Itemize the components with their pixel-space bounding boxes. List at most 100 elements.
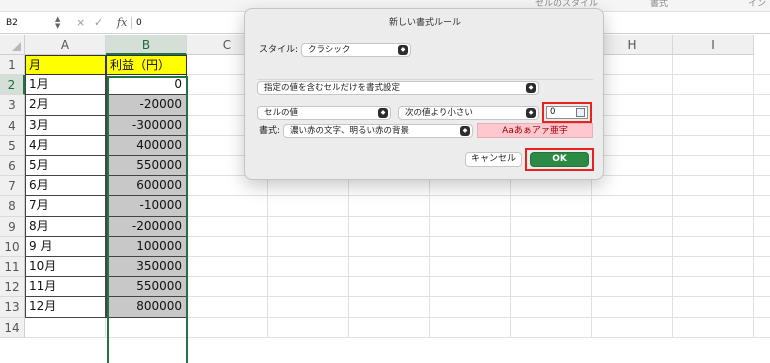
insert-function-icon[interactable]: fx (117, 15, 127, 31)
cell-i10[interactable] (754, 237, 770, 257)
cell-d11[interactable] (349, 257, 430, 278)
cell-b13[interactable] (187, 297, 268, 318)
cell-a11[interactable]: 10月 (25, 257, 106, 278)
row-header-5[interactable]: 5 (0, 135, 25, 156)
cell-i5[interactable] (754, 136, 770, 156)
cell-b12[interactable]: 550000 (106, 277, 187, 298)
cell-g12[interactable] (592, 277, 673, 298)
cell-h8[interactable] (673, 196, 754, 217)
cell-i6[interactable] (754, 156, 770, 177)
style-select[interactable]: クラシック ◆ (301, 43, 411, 57)
cell-b5[interactable]: 400000 (106, 135, 187, 156)
row-header-9[interactable]: 9 (0, 216, 25, 237)
cell-h10[interactable] (673, 236, 754, 257)
cell-b14[interactable] (187, 317, 268, 338)
cell-g6[interactable] (592, 156, 673, 177)
cell-g11[interactable] (592, 257, 673, 278)
cell-c14[interactable] (268, 317, 349, 338)
cell-e9[interactable] (430, 216, 511, 237)
cell-h5[interactable] (673, 135, 754, 156)
cell-g8[interactable] (592, 196, 673, 217)
cell-h14[interactable] (673, 317, 754, 338)
row-header-3[interactable]: 3 (0, 95, 25, 116)
cell-g13[interactable] (592, 297, 673, 318)
cell-a3[interactable]: 2月 (25, 95, 106, 116)
cell-b8[interactable]: -10000 (106, 196, 187, 217)
cell-g14[interactable] (592, 317, 673, 338)
cell-c12[interactable] (268, 277, 349, 298)
cell-b11[interactable] (187, 257, 268, 278)
row-header-14[interactable]: 14 (0, 317, 25, 338)
cell-d12[interactable] (349, 277, 430, 298)
cell-b9[interactable] (187, 216, 268, 237)
cell-c11[interactable] (268, 257, 349, 278)
cell-i3[interactable] (754, 95, 770, 116)
insert-button[interactable]: イン (748, 0, 766, 9)
cell-f9[interactable] (511, 216, 592, 237)
cell-b11[interactable]: 350000 (106, 257, 187, 278)
cell-e10[interactable] (430, 236, 511, 257)
cell-a12[interactable]: 11月 (25, 277, 106, 298)
cell-e13[interactable] (430, 297, 511, 318)
cell-h3[interactable] (673, 95, 754, 116)
cell-i13[interactable] (754, 297, 770, 318)
condition-operator-select[interactable]: 次の値より小さい ◆ (398, 106, 539, 120)
cell-i14[interactable] (754, 318, 770, 338)
cell-f14[interactable] (511, 317, 592, 338)
cell-h12[interactable] (673, 277, 754, 298)
cell-a2[interactable]: 1月 (25, 75, 106, 96)
cell-d8[interactable] (349, 196, 430, 217)
cell-i11[interactable] (754, 257, 770, 278)
cell-h2[interactable] (673, 75, 754, 96)
cell-b3[interactable]: -20000 (106, 95, 187, 116)
cell-e8[interactable] (430, 196, 511, 217)
cell-a10[interactable]: 9 月 (25, 236, 106, 257)
cell-a4[interactable]: 3月 (25, 115, 106, 136)
cell-a5[interactable]: 4月 (25, 135, 106, 156)
cell-g1[interactable] (592, 55, 673, 76)
cancel-entry-icon[interactable]: × (76, 15, 85, 31)
rule-type-select[interactable]: 指定の値を含むセルだけを書式設定 ◆ (257, 81, 539, 95)
cell-b13[interactable]: 800000 (106, 297, 187, 318)
cell-g9[interactable] (592, 216, 673, 237)
cell-c13[interactable] (268, 297, 349, 318)
formula-input[interactable]: 0 (136, 15, 142, 31)
row-header-7[interactable]: 7 (0, 176, 25, 197)
cell-e11[interactable] (430, 257, 511, 278)
cell-f12[interactable] (511, 277, 592, 298)
cell-h6[interactable] (673, 156, 754, 177)
cell-b9[interactable]: -200000 (106, 216, 187, 237)
row-header-1[interactable]: 1 (0, 55, 25, 76)
row-header-12[interactable]: 12 (0, 277, 25, 298)
cell-h7[interactable] (673, 176, 754, 197)
cell-b10[interactable]: 100000 (106, 236, 187, 257)
column-header-i[interactable]: I (673, 35, 754, 55)
row-header-13[interactable]: 13 (0, 297, 25, 318)
cell-d10[interactable] (349, 236, 430, 257)
cell-a14[interactable] (25, 317, 106, 338)
cell-i7[interactable] (754, 176, 770, 197)
format-button[interactable]: 書式 (650, 0, 668, 9)
cell-c8[interactable] (268, 196, 349, 217)
cell-h1[interactable] (673, 55, 754, 76)
cell-b7[interactable]: 600000 (106, 176, 187, 197)
condition-target-select[interactable]: セルの値 ◆ (257, 106, 391, 120)
cell-b8[interactable] (187, 196, 268, 217)
format-select[interactable]: 濃い赤の文字、明るい赤の背景 ◆ (283, 124, 473, 138)
cell-b1[interactable]: 利益（円） (106, 55, 187, 76)
cell-g10[interactable] (592, 236, 673, 257)
row-header-10[interactable]: 10 (0, 236, 25, 257)
name-box-stepper-icon[interactable]: ▲ ▼ (55, 16, 60, 30)
cell-b14[interactable] (106, 317, 187, 338)
cell-a13[interactable]: 12月 (25, 297, 106, 318)
cell-g3[interactable] (592, 95, 673, 116)
cell-b4[interactable]: -300000 (106, 115, 187, 136)
cell-b6[interactable]: 550000 (106, 156, 187, 177)
confirm-entry-icon[interactable]: ✓ (94, 15, 103, 31)
cell-e14[interactable] (430, 317, 511, 338)
cell-a6[interactable]: 5月 (25, 156, 106, 177)
cell-b2[interactable]: 0 (106, 75, 187, 96)
column-header-h[interactable]: H (592, 35, 673, 55)
select-all-corner[interactable] (0, 35, 25, 55)
cell-i4[interactable] (754, 116, 770, 136)
